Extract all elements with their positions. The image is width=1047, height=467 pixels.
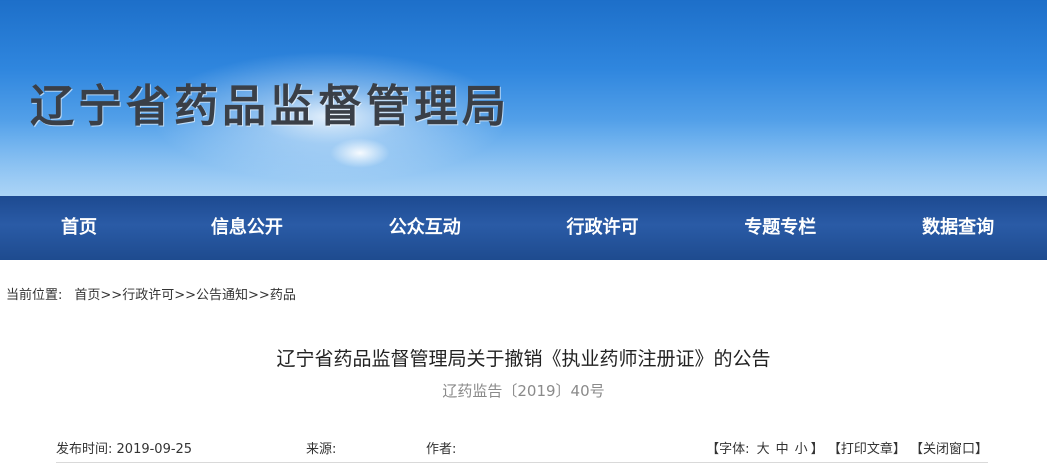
main-nav: 首页 信息公开 公众互动 行政许可 专题专栏 数据查询 [0,196,1047,260]
breadcrumb: 当前位置: 首页>>行政许可>>公告通知>>药品 [6,284,296,303]
site-title: 辽宁省药品监督管理局 [30,81,510,132]
breadcrumb-separator: >> [100,288,123,303]
nav-item-special-topics[interactable]: 专题专栏 [691,196,869,260]
breadcrumb-prefix: 当前位置: [6,288,63,303]
source-label: 来源: [306,442,337,457]
font-size-large-button[interactable]: 大 [757,442,770,457]
font-size-small-button[interactable]: 小 [795,442,808,457]
meta-divider [56,462,988,463]
nav-item-data-query[interactable]: 数据查询 [869,196,1047,260]
publish-date: 2019-09-25 [116,442,193,457]
author-info: 作者: [426,438,456,457]
breadcrumb-separator: >> [248,288,270,303]
document-number: 辽药监告〔2019〕40号 [442,382,605,400]
author-label: 作者: [426,442,457,457]
article-tools: 【字体: 大中小】 【打印文章】 【关闭窗口】 [706,438,988,457]
publish-info: 发布时间: 2019-09-25 [56,438,192,457]
breadcrumb-item-drugs[interactable]: 药品 [270,288,296,303]
header-banner: 辽宁省药品监督管理局 [0,0,1047,196]
print-article-button[interactable]: 【打印文章】 [828,442,906,457]
close-window-button[interactable]: 【关闭窗口】 [910,442,988,457]
publish-label: 发布时间: [56,442,113,457]
font-size-close-bracket: 】 [810,442,824,457]
nav-item-home[interactable]: 首页 [0,196,158,260]
font-size-medium-button[interactable]: 中 [776,442,789,457]
font-size-label: 【字体: [706,442,750,457]
article-meta: 发布时间: 2019-09-25 来源: 作者: 【字体: 大中小】 【打印文章… [56,438,988,460]
breadcrumb-separator: >> [174,288,197,303]
breadcrumb-item-notices[interactable]: 公告通知 [196,288,248,303]
article-title: 辽宁省药品监督管理局关于撤销《执业药师注册证》的公告 [276,348,771,370]
nav-item-public-interaction[interactable]: 公众互动 [336,196,514,260]
breadcrumb-item-home[interactable]: 首页 [74,288,100,303]
nav-item-admin-license[interactable]: 行政许可 [514,196,692,260]
breadcrumb-item-admin-license[interactable]: 行政许可 [122,288,174,303]
source-info: 来源: [306,438,336,457]
nav-item-info-disclosure[interactable]: 信息公开 [158,196,336,260]
